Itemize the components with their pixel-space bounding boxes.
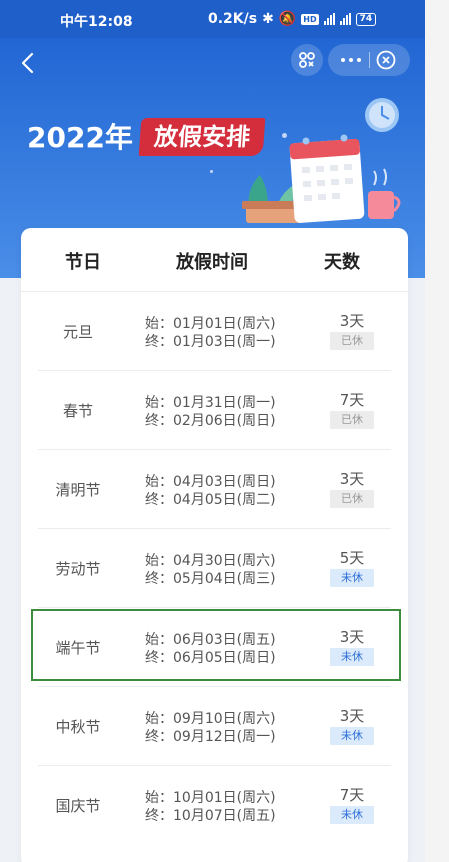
table-row: 中秋节 始：09月10日(周六) 终：09月12日(周一) 3天 未休 <box>38 687 391 766</box>
holiday-name: 国庆节 <box>55 797 101 815</box>
year-title: 2022年 <box>27 121 133 154</box>
holiday-table-card: 节日 放假时间 天数 元旦 始：01月01日(周六) 终：01月03日(周一) … <box>21 228 408 862</box>
highlight-outline <box>31 609 401 681</box>
close-icon[interactable] <box>374 48 398 72</box>
capsule-divider <box>369 52 370 68</box>
bluetooth-icon: ✱ <box>262 11 274 27</box>
start-date: 始：01月31日(周一) <box>145 395 276 411</box>
table-header: 节日 放假时间 天数 <box>21 228 408 292</box>
calendar-illustration <box>242 98 401 223</box>
hd-icon: HD <box>301 13 319 25</box>
start-date: 始：10月01日(周六) <box>145 790 276 806</box>
day-count: 7天 <box>339 391 365 409</box>
day-count: 3天 <box>339 470 365 488</box>
status-time: 中午12:08 <box>60 14 133 30</box>
day-count: 3天 <box>339 312 365 330</box>
table-row: 元旦 始：01月01日(周六) 终：01月03日(周一) 3天 已休 <box>38 292 391 371</box>
column-header-holiday: 节日 <box>65 252 101 273</box>
end-date: 终：04月05日(周二) <box>145 492 276 508</box>
signal-icon-2 <box>339 13 351 25</box>
day-count: 7天 <box>339 786 365 804</box>
end-date: 终：09月12日(周一) <box>145 729 276 745</box>
column-header-period: 放假时间 <box>176 252 248 273</box>
mute-bell-icon: 🔕 <box>278 11 297 27</box>
end-date: 终：05月04日(周三) <box>145 571 276 587</box>
scan-button[interactable] <box>291 44 323 76</box>
status-indicators: 0.2K/s ✱ 🔕 HD 74 <box>208 11 377 27</box>
holiday-name: 清明节 <box>55 481 101 499</box>
day-count: 3天 <box>339 707 365 725</box>
more-icon <box>341 58 345 62</box>
holiday-name: 劳动节 <box>55 560 101 578</box>
more-button[interactable] <box>334 44 368 76</box>
status-badge: 未休 <box>330 569 374 587</box>
holiday-name: 春节 <box>62 402 93 420</box>
end-date: 终：02月06日(周日) <box>145 413 276 429</box>
table-row: 春节 始：01月31日(周一) 终：02月06日(周日) 7天 已休 <box>38 371 391 450</box>
start-date: 始：01月01日(周六) <box>145 316 276 332</box>
table-row: 国庆节 始：10月01日(周六) 终：10月07日(周五) 7天 未休 <box>38 766 391 845</box>
column-header-days: 天数 <box>324 252 360 273</box>
status-badge: 已休 <box>330 490 374 508</box>
holiday-name: 中秋节 <box>55 718 101 736</box>
back-icon[interactable] <box>14 48 44 78</box>
decor-dot <box>210 170 213 173</box>
battery-icon: 74 <box>355 12 377 26</box>
status-bar: 中午12:08 0.2K/s ✱ 🔕 HD 74 <box>0 0 425 38</box>
day-count: 5天 <box>339 549 365 567</box>
start-date: 始：04月30日(周六) <box>145 553 276 569</box>
status-badge: 已休 <box>330 411 374 429</box>
mini-program-capsule <box>328 44 410 76</box>
status-badge: 已休 <box>330 332 374 350</box>
right-gutter <box>425 0 449 862</box>
table-row: 清明节 始：04月03日(周日) 终：04月05日(周二) 3天 已休 <box>38 450 391 529</box>
network-speed: 0.2K/s <box>208 11 258 27</box>
status-badge: 未休 <box>330 806 374 824</box>
signal-icon <box>323 13 335 25</box>
holiday-name: 元旦 <box>62 323 93 341</box>
scan-icon <box>299 52 315 68</box>
start-date: 始：09月10日(周六) <box>145 711 276 727</box>
status-badge: 未休 <box>330 727 374 745</box>
end-date: 终：10月07日(周五) <box>145 808 276 824</box>
end-date: 终：01月03日(周一) <box>145 334 276 350</box>
app-screen: 中午12:08 0.2K/s ✱ 🔕 HD 74 2022年 放假安排 节日 放… <box>0 0 425 862</box>
table-row: 劳动节 始：04月30日(周六) 终：05月04日(周三) 5天 未休 <box>38 529 391 608</box>
start-date: 始：04月03日(周日) <box>145 474 276 490</box>
